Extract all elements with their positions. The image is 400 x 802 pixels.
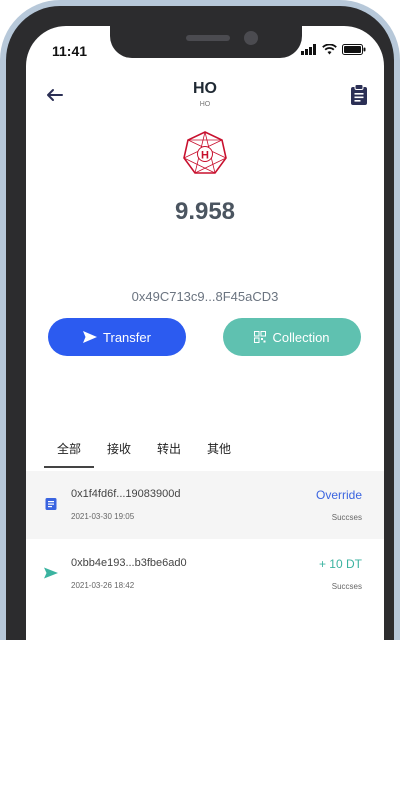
tab-transfer-out[interactable]: 转出 — [144, 440, 194, 466]
transfer-button[interactable]: Transfer — [48, 318, 186, 356]
tab-other[interactable]: 其他 — [194, 440, 244, 466]
clipboard-icon[interactable] — [350, 84, 368, 106]
collection-button[interactable]: Collection — [223, 318, 361, 356]
send-icon — [83, 331, 98, 343]
document-icon — [45, 498, 57, 510]
token-logo-letter: H — [201, 150, 209, 162]
tab-all[interactable]: 全部 — [44, 440, 95, 468]
transaction-date: 2021-03-26 18:42 — [71, 581, 135, 590]
transaction-status: Succses — [331, 513, 362, 522]
page-subtitle: HO — [199, 101, 211, 108]
transaction-date: 2021-03-30 19:05 — [71, 512, 135, 521]
page-title: HO — [193, 80, 217, 97]
status-time: 11:41 — [52, 43, 88, 59]
app-screen: 11:41 HO HO H 9.958 0x49C713c9...8F45aCD… — [26, 26, 384, 646]
collection-button-label: Collection — [272, 329, 330, 345]
speaker — [186, 35, 230, 41]
wifi-icon — [322, 44, 337, 55]
qr-code-icon — [254, 331, 267, 343]
phone-frame: 11:41 HO HO H 9.958 0x49C713c9...8F45aCD… — [0, 0, 400, 646]
transfer-button-label: Transfer — [103, 329, 151, 345]
camera — [244, 31, 258, 45]
tab-receive[interactable]: 接收 — [94, 440, 144, 466]
battery-icon — [342, 44, 366, 55]
token-balance: 9.958 — [174, 198, 236, 225]
send-icon — [44, 567, 58, 579]
status-icons — [301, 44, 366, 55]
transaction-tabs: 全部 接收 转出 其他 — [44, 440, 244, 468]
phone-bezel: 11:41 HO HO H 9.958 0x49C713c9...8F45aCD… — [6, 6, 394, 646]
signal-icon — [301, 44, 316, 55]
token-logo: H — [183, 131, 227, 174]
transaction-row[interactable]: 0x1f4fd6f...19083900d 2021-03-30 19:05 O… — [26, 471, 384, 539]
transaction-row[interactable]: 0xbb4e193...b3fbe6ad0 2021-03-26 18:42 +… — [26, 540, 384, 608]
transaction-hash: 0x1f4fd6f...19083900d — [71, 488, 181, 500]
transaction-amount: + 10 DT — [318, 557, 362, 571]
wallet-address[interactable]: 0x49C713c9...8F45aCD3 — [26, 289, 384, 304]
transaction-hash: 0xbb4e193...b3fbe6ad0 — [71, 557, 187, 569]
transaction-amount: Override — [315, 488, 362, 502]
transaction-status: Succses — [331, 582, 362, 591]
notch — [110, 26, 302, 58]
